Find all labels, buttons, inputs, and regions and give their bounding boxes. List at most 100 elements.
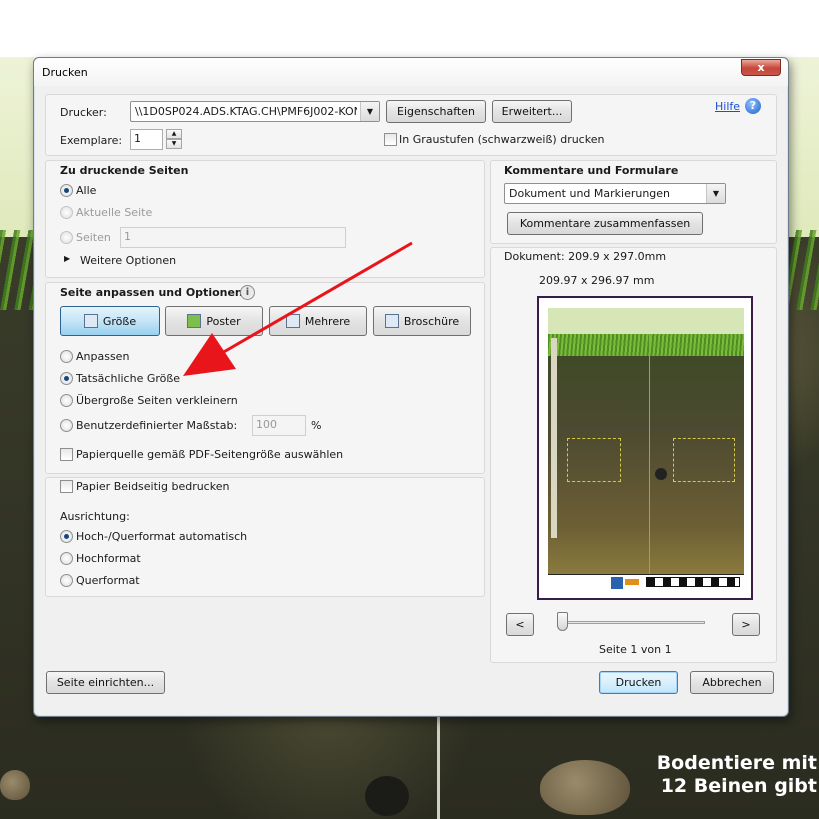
advanced-button-label: Erweitert...	[501, 105, 563, 118]
preview-logo	[625, 579, 639, 585]
triangle-right-icon[interactable]: ▶	[64, 254, 70, 263]
copies-label: Exemplare:	[60, 134, 123, 147]
pages-range-label: Seiten	[76, 231, 111, 244]
actual-size-label: Tatsächliche Größe	[76, 372, 181, 385]
help-link[interactable]: Hilfe	[715, 100, 740, 113]
chevron-down-icon: ▼	[706, 184, 725, 203]
pages-current-label: Aktuelle Seite	[76, 206, 153, 219]
grayscale-checkbox[interactable]	[384, 133, 397, 146]
preview-beetle	[655, 468, 667, 480]
size-icon	[83, 314, 98, 328]
tab-booklet-label: Broschüre	[403, 314, 460, 328]
page-size: 209.97 x 296.97 mm	[539, 274, 655, 287]
shrink-oversized-label: Übergroße Seiten verkleinern	[76, 394, 238, 407]
duplex-label: Papier Beidseitig bedrucken	[76, 480, 230, 493]
preview-highlight-box	[567, 438, 621, 482]
advanced-button[interactable]: Erweitert...	[492, 100, 572, 123]
help-icon[interactable]: ?	[745, 98, 761, 114]
poster-caption-line2: 12 Beinen gibt	[660, 775, 817, 797]
booklet-icon	[384, 314, 399, 328]
portrait-radio[interactable]	[60, 552, 73, 565]
tab-size[interactable]: Größe	[60, 306, 160, 336]
tab-size-label: Größe	[102, 314, 137, 328]
copies-stepper[interactable]: ▲ ▼	[166, 129, 182, 150]
comments-heading: Kommentare und Formulare	[504, 164, 679, 177]
print-button[interactable]: Drucken	[599, 671, 678, 694]
document-size: Dokument: 209.9 x 297.0mm	[504, 250, 667, 263]
pages-heading: Zu druckende Seiten	[60, 164, 189, 177]
tab-poster[interactable]: Poster	[165, 306, 263, 336]
title-bar: Drucken x	[34, 58, 788, 86]
pages-current-radio[interactable]	[60, 206, 73, 219]
auto-orientation-label: Hoch-/Querformat automatisch	[76, 530, 248, 543]
orientation-heading: Ausrichtung:	[60, 510, 130, 523]
preview-divider	[649, 334, 650, 574]
cancel-button[interactable]: Abbrechen	[690, 671, 774, 694]
page-slider-track[interactable]	[563, 621, 705, 624]
page-setup-label: Seite einrichten...	[56, 676, 155, 689]
printer-value: \\1D0SP024.ADS.KTAG.CH\PMF6J002-KON	[135, 105, 357, 118]
pages-all-radio[interactable]	[60, 184, 73, 197]
preview-sky	[548, 308, 744, 334]
chevron-left-icon: <	[515, 618, 525, 631]
poster-icon	[187, 314, 202, 328]
page-indicator: Seite 1 von 1	[599, 643, 672, 656]
preview-scale-bar	[646, 577, 740, 587]
fit-label: Anpassen	[76, 350, 130, 363]
scale-unit: %	[311, 419, 322, 432]
tab-poster-label: Poster	[206, 314, 241, 328]
poster-caption-line1: Bodentiere mit	[656, 752, 817, 774]
info-icon[interactable]: i	[240, 285, 255, 300]
pages-range-value: 1	[124, 230, 131, 243]
fit-heading: Seite anpassen und Optionen	[60, 286, 243, 299]
scale-value: 100	[256, 418, 277, 431]
shrink-oversized-radio[interactable]	[60, 394, 73, 407]
close-icon: x	[757, 61, 765, 74]
summarize-comments-button[interactable]: Kommentare zusammenfassen	[507, 212, 703, 235]
spin-up-icon[interactable]: ▲	[166, 129, 182, 139]
grayscale-label: In Graustufen (schwarzweiß) drucken	[399, 133, 605, 146]
prev-page-button[interactable]: <	[506, 613, 534, 636]
page-preview	[537, 296, 753, 600]
copies-input[interactable]: 1	[130, 129, 163, 150]
tab-multiple[interactable]: Mehrere	[269, 306, 367, 336]
multiple-icon	[285, 314, 300, 328]
spin-down-icon[interactable]: ▼	[166, 139, 182, 149]
close-button[interactable]: x	[741, 59, 781, 76]
fit-radio[interactable]	[60, 350, 73, 363]
chevron-right-icon: >	[741, 618, 751, 631]
copies-value: 1	[134, 132, 141, 145]
more-options-link[interactable]: Weitere Optionen	[80, 254, 176, 267]
pages-range-radio[interactable]	[60, 231, 73, 244]
portrait-label: Hochformat	[76, 552, 141, 565]
scale-input[interactable]: 100	[252, 415, 306, 436]
preview-logo	[611, 577, 623, 589]
preview-grass	[548, 334, 744, 356]
custom-scale-label: Benutzerdefinierter Maßstab:	[76, 419, 238, 432]
chevron-down-icon: ▼	[360, 102, 379, 121]
comments-value: Dokument und Markierungen	[509, 187, 671, 200]
tab-booklet[interactable]: Broschüre	[373, 306, 471, 336]
paper-source-checkbox[interactable]	[60, 448, 73, 461]
landscape-label: Querformat	[76, 574, 140, 587]
poster-divider	[437, 700, 440, 819]
paper-source-label: Papierquelle gemäß PDF-Seitengröße auswä…	[76, 448, 344, 461]
auto-orientation-radio[interactable]	[60, 530, 73, 543]
actual-size-radio[interactable]	[60, 372, 73, 385]
next-page-button[interactable]: >	[732, 613, 760, 636]
duplex-checkbox[interactable]	[60, 480, 73, 493]
custom-scale-radio[interactable]	[60, 419, 73, 432]
cancel-button-label: Abbrechen	[702, 676, 762, 689]
comments-select[interactable]: Dokument und Markierungen ▼	[504, 183, 726, 204]
landscape-radio[interactable]	[60, 574, 73, 587]
page-slider-thumb[interactable]	[557, 612, 568, 631]
preview-side-strip	[551, 338, 557, 538]
pages-all-label: Alle	[76, 184, 97, 197]
dialog-title: Drucken	[42, 66, 88, 79]
printer-select[interactable]: \\1D0SP024.ADS.KTAG.CH\PMF6J002-KON ▼	[130, 101, 380, 122]
beetle-image	[365, 776, 409, 816]
preview-highlight-box	[673, 438, 735, 482]
properties-button[interactable]: Eigenschaften	[386, 100, 486, 123]
pages-range-input[interactable]: 1	[120, 227, 346, 248]
page-setup-button[interactable]: Seite einrichten...	[46, 671, 165, 694]
